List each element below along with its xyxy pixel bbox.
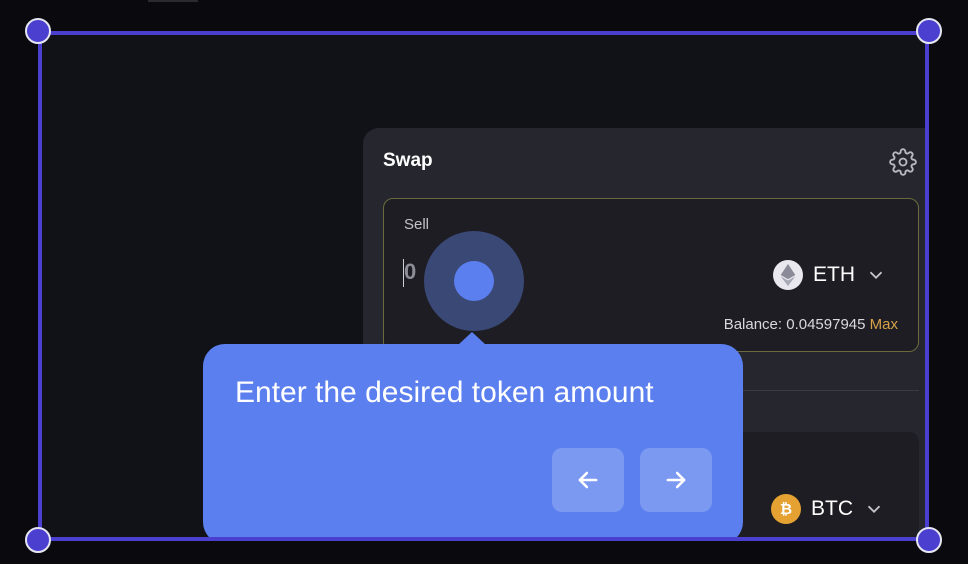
sell-amount-input[interactable]: 0 bbox=[404, 259, 416, 285]
resize-handle-bottom-left[interactable] bbox=[25, 527, 51, 553]
buy-token-selector[interactable]: ₿ BTC bbox=[771, 494, 885, 524]
settings-gear-icon[interactable] bbox=[889, 148, 917, 176]
highlight-frame: Swap Sell 0 ETH Balance: 0.04597945 Max bbox=[38, 31, 929, 541]
balance-text: Balance: 0.04597945 bbox=[723, 316, 866, 333]
swap-title: Swap bbox=[383, 150, 433, 171]
sell-token-symbol: ETH bbox=[813, 263, 855, 286]
sell-label: Sell bbox=[404, 216, 430, 233]
focus-pulse-dot bbox=[454, 261, 494, 301]
chevron-down-icon bbox=[869, 271, 883, 280]
sell-token-selector[interactable]: ETH bbox=[773, 260, 887, 290]
btc-coin-icon: ₿ bbox=[771, 494, 801, 524]
arrow-left-icon bbox=[578, 471, 598, 489]
resize-handle-top-left[interactable] bbox=[25, 18, 51, 44]
max-button[interactable]: Max bbox=[870, 316, 898, 333]
next-step-button[interactable] bbox=[640, 448, 712, 512]
tour-tooltip: Enter the desired token amount bbox=[203, 332, 743, 537]
previous-step-button[interactable] bbox=[552, 448, 624, 512]
tooltip-arrow bbox=[458, 332, 486, 345]
resize-handle-top-right[interactable] bbox=[916, 18, 942, 44]
resize-handle-bottom-right[interactable] bbox=[916, 527, 942, 553]
buy-token-symbol: BTC bbox=[811, 497, 853, 520]
chevron-down-icon bbox=[867, 505, 881, 514]
balance-row: Balance: 0.04597945 Max bbox=[724, 316, 898, 333]
arrow-right-icon bbox=[666, 471, 686, 489]
eth-coin-icon bbox=[773, 260, 803, 290]
top-edge-fragment bbox=[148, 0, 198, 2]
text-cursor bbox=[403, 259, 404, 287]
tooltip-text: Enter the desired token amount bbox=[235, 376, 654, 409]
